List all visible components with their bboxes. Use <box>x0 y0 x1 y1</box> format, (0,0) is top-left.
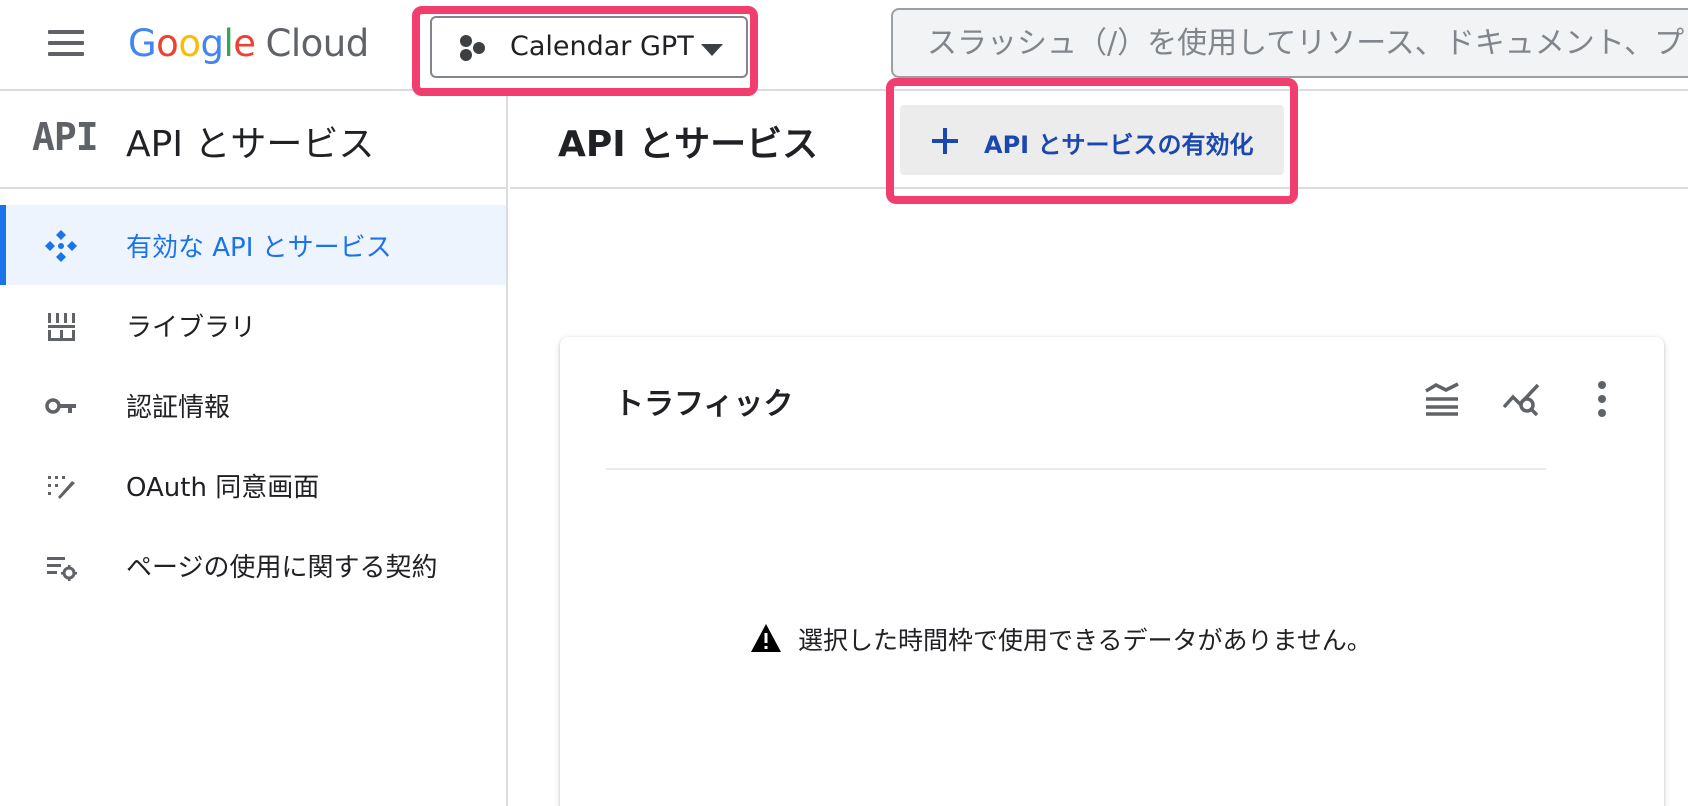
sidebar-item-label: 有効な API とサービス <box>126 233 392 263</box>
api-logo-icon: API <box>32 115 99 159</box>
sidebar-item-label: 認証情報 <box>126 393 231 423</box>
project-name: Calendar GPT <box>510 31 694 62</box>
card-title: トラフィック <box>614 387 794 422</box>
warning-icon <box>751 624 781 652</box>
plus-icon <box>932 128 958 154</box>
project-picker-button[interactable]: Calendar GPT <box>430 16 748 78</box>
top-bar: Go o g l e Cloud Calendar GPT <box>0 0 1688 91</box>
traffic-card: トラフィック 選択した時間枠で使用できるデータがありません。 <box>560 337 1664 806</box>
main-header: API とサービス API とサービスの有効化 <box>510 91 1688 189</box>
key-icon <box>45 398 76 414</box>
sidebar-nav: 有効な API とサービス ライブラリ 認証情報 OAuth 同意画面 ページの… <box>0 205 506 605</box>
sidebar-item-label: ページの使用に関する契約 <box>126 553 438 583</box>
empty-state-message: 選択した時間枠で使用できるデータがありません。 <box>798 626 1372 655</box>
enable-apis-button-label: API とサービスの有効化 <box>984 131 1254 159</box>
logo-letter: o <box>156 21 179 65</box>
legend-icon[interactable] <box>1420 377 1464 421</box>
sidebar: API API とサービス 有効な API とサービス ライブラリ 認証情報 O… <box>0 91 508 806</box>
sidebar-header: API API とサービス <box>0 91 506 189</box>
chevron-down-icon <box>701 44 723 56</box>
oauth-consent-icon <box>48 476 75 499</box>
logo-letter: o <box>178 21 201 65</box>
main-menu-icon[interactable] <box>46 28 86 58</box>
compare-icon[interactable] <box>1500 377 1544 421</box>
logo-letter: l <box>223 21 234 65</box>
sidebar-item-label: ライブラリ <box>126 313 257 343</box>
empty-state: 選択した時間枠で使用できるデータがありません。 <box>750 619 1490 659</box>
sidebar-item-library[interactable]: ライブラリ <box>0 285 506 365</box>
enable-apis-button[interactable]: API とサービスの有効化 <box>900 105 1284 175</box>
more-vert-icon[interactable] <box>1580 377 1624 421</box>
page-title: API とサービス <box>558 124 819 165</box>
project-hexagons-icon <box>460 35 485 61</box>
sidebar-title: API とサービス <box>126 124 375 165</box>
sidebar-item-label: OAuth 同意画面 <box>126 473 320 503</box>
sidebar-item-page-usage-agreement[interactable]: ページの使用に関する契約 <box>0 525 506 605</box>
logo-letter: g <box>200 21 224 65</box>
card-divider <box>606 468 1546 470</box>
page-usage-agreement-icon <box>47 557 77 581</box>
logo-letter: e <box>233 21 256 65</box>
enabled-apis-icon <box>45 230 77 262</box>
logo-cloud-text: Cloud <box>265 21 370 65</box>
search-bar[interactable] <box>891 8 1688 78</box>
library-icon <box>48 313 75 341</box>
sidebar-item-oauth-consent[interactable]: OAuth 同意画面 <box>0 445 506 525</box>
google-cloud-logo[interactable]: Go o g l e Cloud <box>128 16 369 70</box>
search-input[interactable] <box>893 10 1688 76</box>
sidebar-item-credentials[interactable]: 認証情報 <box>0 365 506 445</box>
sidebar-item-enabled-apis[interactable]: 有効な API とサービス <box>0 205 506 285</box>
logo-letter: G <box>128 21 157 65</box>
